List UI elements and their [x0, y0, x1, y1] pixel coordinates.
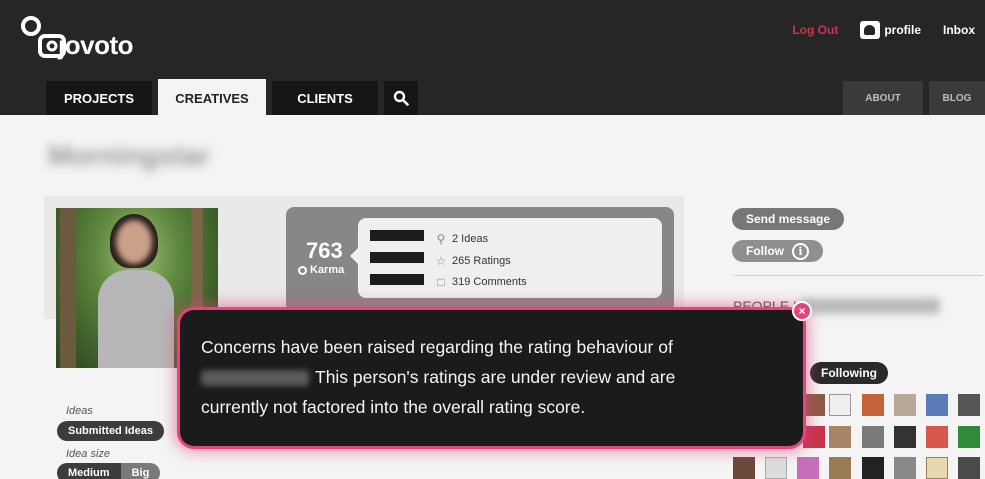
follower-avatar[interactable] — [803, 426, 825, 448]
logout-link[interactable]: Log Out — [792, 23, 838, 37]
stat-ideas[interactable]: ⚲ 2 Ideas — [434, 232, 489, 246]
tab-clients[interactable]: CLIENTS — [272, 81, 378, 115]
follower-avatar[interactable] — [958, 457, 980, 479]
idea-size-label: Idea size — [66, 448, 111, 460]
tab-about[interactable]: ABOUT — [843, 81, 923, 115]
stat-bar — [370, 230, 424, 241]
follower-avatar[interactable] — [926, 426, 948, 448]
stat-ratings-label: 265 Ratings — [452, 255, 511, 267]
tab-projects[interactable]: PROJECTS — [46, 81, 152, 115]
info-icon: i — [792, 242, 809, 260]
karma-label: Karma — [298, 264, 344, 276]
follower-avatar[interactable] — [862, 426, 884, 448]
people-heading-blurred — [800, 298, 940, 314]
follower-avatar[interactable] — [803, 394, 825, 416]
ideas-label: Ideas — [66, 405, 93, 417]
rating-review-notice: Concerns have been raised regarding the … — [180, 310, 803, 446]
follow-button[interactable]: Follow i — [732, 240, 823, 262]
send-message-button[interactable]: Send message — [732, 208, 845, 230]
stat-bar — [370, 274, 424, 285]
notice-line-1: Concerns have been raised regarding the … — [201, 337, 673, 357]
follower-avatar[interactable] — [829, 394, 851, 416]
follower-avatar[interactable] — [829, 457, 851, 479]
stat-ratings[interactable]: ☆ 265 Ratings — [434, 254, 511, 268]
notice-line-2-text: This person's ratings are under review a… — [315, 367, 676, 387]
logo-text[interactable]: jovoto — [58, 30, 134, 61]
star-icon: ☆ — [435, 254, 447, 268]
follower-avatar[interactable] — [894, 426, 916, 448]
idea-size-toggle: Medium Big — [57, 463, 161, 479]
follower-avatar[interactable] — [797, 457, 819, 479]
follower-avatar[interactable] — [829, 426, 851, 448]
follower-avatar[interactable] — [894, 457, 916, 479]
ideas-filter: Submitted Ideas — [57, 421, 164, 441]
close-icon[interactable]: × — [792, 301, 812, 321]
page-title: Morningstar — [48, 140, 210, 171]
stat-comments-label: 319 Comments — [452, 276, 527, 288]
search-icon — [393, 90, 409, 106]
blurred-username — [201, 370, 309, 387]
follow-button-label: Follow — [746, 244, 784, 258]
follower-avatar[interactable] — [926, 394, 948, 416]
search-button[interactable] — [384, 81, 418, 115]
tab-blog[interactable]: BLOG — [929, 81, 985, 115]
follower-avatar[interactable] — [862, 457, 884, 479]
inbox-link[interactable]: Inbox — [943, 23, 975, 37]
stat-ideas-label: 2 Ideas — [452, 233, 489, 245]
account-links: Log Out profile Inbox — [792, 21, 975, 39]
idea-icon: ⚲ — [436, 232, 446, 246]
size-medium-button[interactable]: Medium — [57, 463, 121, 479]
karma-icon — [298, 265, 307, 275]
notice-line-3: currently not factored into the overall … — [201, 397, 586, 417]
follower-avatar[interactable] — [926, 457, 948, 479]
comment-icon: □ — [437, 275, 445, 289]
follower-avatar[interactable] — [862, 394, 884, 416]
follower-avatar[interactable] — [958, 394, 980, 416]
submitted-ideas-button[interactable]: Submitted Ideas — [57, 421, 164, 441]
profile-link[interactable]: profile — [860, 21, 921, 39]
following-tab[interactable]: Following — [810, 362, 888, 384]
follower-avatar[interactable] — [765, 457, 787, 479]
karma-label-text: Karma — [310, 264, 345, 276]
karma-value: 763 — [306, 238, 343, 263]
profile-icon — [860, 21, 881, 39]
follower-avatar[interactable] — [894, 394, 916, 416]
size-big-button[interactable]: Big — [120, 463, 161, 479]
profile-link-label: profile — [884, 23, 921, 37]
follower-avatar[interactable] — [733, 457, 755, 479]
stat-bar — [370, 252, 424, 263]
follower-avatar[interactable] — [958, 426, 980, 448]
notice-line-2: This person's ratings are under review a… — [201, 362, 786, 392]
stat-comments[interactable]: □ 319 Comments — [434, 275, 527, 289]
sidebar-divider — [733, 275, 983, 276]
tab-creatives[interactable]: CREATIVES — [158, 79, 266, 117]
notice-text: Concerns have been raised regarding the … — [201, 332, 786, 422]
